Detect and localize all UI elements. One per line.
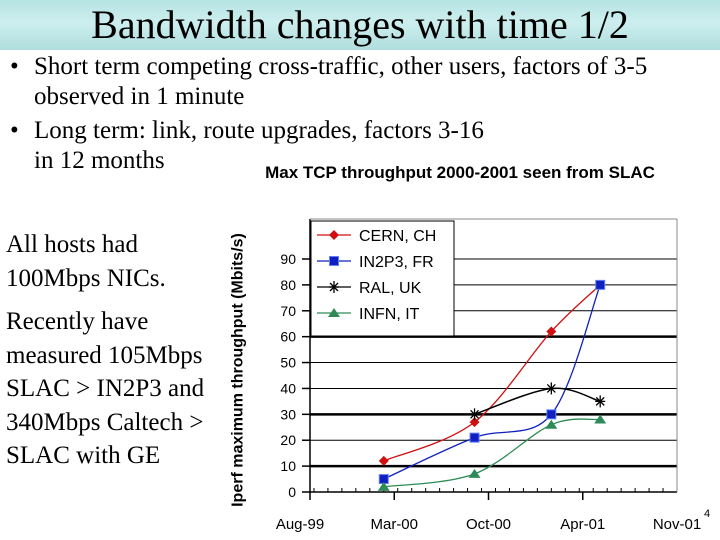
y-tick-label: 10 [280, 458, 296, 474]
y-tick-label: 70 [280, 303, 296, 319]
x-tick-label: Aug-99 [276, 516, 324, 533]
marker-triangle [545, 419, 558, 429]
y-tick-label: 20 [280, 432, 296, 448]
legend-label: CERN, CH [359, 228, 436, 245]
marker-asterisk [546, 382, 557, 395]
page-number: 4 [704, 508, 711, 520]
y-tick-label: 0 [288, 484, 296, 500]
marker-triangle [468, 468, 481, 478]
y-tick-label: 30 [280, 406, 296, 422]
x-tick-label: Nov-01 [653, 516, 701, 533]
marker-diamond [378, 455, 389, 466]
marker-square [595, 279, 606, 290]
marker-square [329, 256, 339, 266]
y-tick-label: 40 [280, 380, 296, 396]
x-tick-label: Mar-00 [370, 516, 418, 533]
marker-asterisk [595, 395, 606, 408]
marker-asterisk [469, 408, 480, 421]
chart: 0 10 20 30 40 50 60 70 80 90 Aug-99 Mar-00 Oct-00 Apr… [276, 218, 701, 533]
marker-square [469, 432, 480, 443]
y-tick-label: 60 [280, 329, 296, 345]
legend: CERN, CH IN2P3, FR RAL, UK INFN, IT [310, 220, 455, 337]
legend-label: INFN, IT [359, 306, 420, 323]
marker-asterisk [329, 281, 339, 293]
x-tick-label: Oct-00 [466, 516, 511, 533]
legend-label: IN2P3, FR [359, 254, 434, 271]
y-tick-label: 90 [280, 251, 296, 267]
y-tick-label: 80 [280, 277, 296, 293]
x-tick-label: Apr-01 [560, 516, 605, 533]
series-line [383, 418, 601, 488]
series-infn-it [377, 414, 607, 491]
marker-square [546, 409, 557, 420]
series-line [474, 387, 601, 416]
y-tick-label: 50 [280, 355, 296, 371]
legend-label: RAL, UK [359, 280, 422, 297]
